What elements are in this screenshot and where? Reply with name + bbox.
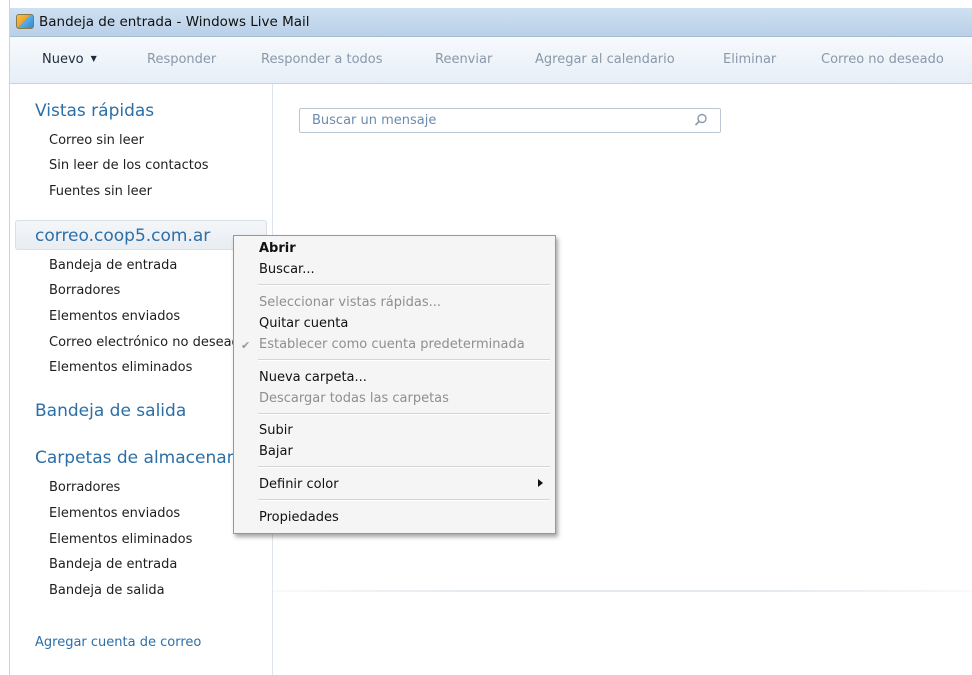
menu-separator [258, 466, 550, 468]
quick-views-heading[interactable]: Vistas rápidas [35, 101, 154, 121]
menu-item-set-color[interactable]: Definir color [259, 477, 339, 492]
menu-separator [258, 359, 550, 361]
account-heading[interactable]: correo.coop5.com.ar [35, 226, 210, 246]
chevron-down-icon[interactable]: ▼ [91, 54, 97, 63]
sidebar-item-drafts[interactable]: Borradores [49, 283, 120, 298]
menu-item-move-up[interactable]: Subir [259, 423, 293, 438]
sidebar-item-unread-mail[interactable]: Correo sin leer [49, 133, 144, 148]
menu-separator [258, 284, 550, 286]
menu-item-open[interactable]: Abrir [259, 241, 296, 256]
forward-button[interactable]: Reenviar [435, 52, 492, 67]
sidebar-item-inbox[interactable]: Bandeja de entrada [49, 258, 177, 273]
storage-item-drafts[interactable]: Borradores [49, 480, 120, 495]
storage-item-outbox[interactable]: Bandeja de salida [49, 583, 165, 598]
storage-item-sent[interactable]: Elementos enviados [49, 506, 180, 521]
search-input[interactable]: Buscar un mensaje [299, 108, 721, 133]
delete-button[interactable]: Eliminar [723, 52, 776, 67]
storage-item-inbox[interactable]: Bandeja de entrada [49, 557, 177, 572]
menu-item-select-quick-views: Seleccionar vistas rápidas... [259, 295, 442, 310]
sidebar-item-unread-contacts[interactable]: Sin leer de los contactos [49, 158, 209, 173]
account-context-menu: Abrir Buscar... Seleccionar vistas rápid… [233, 235, 556, 534]
sidebar-item-unread-feeds[interactable]: Fuentes sin leer [49, 184, 152, 199]
submenu-arrow-icon [538, 479, 543, 487]
search-placeholder: Buscar un mensaje [312, 113, 437, 128]
toolbar: Nuevo ▼ Responder Responder a todos Reenv… [10, 37, 972, 84]
reply-all-button[interactable]: Responder a todos [261, 52, 383, 67]
reply-button[interactable]: Responder [147, 52, 216, 67]
window-left-edge [0, 0, 10, 675]
menu-separator [258, 499, 550, 501]
title-bar: Bandeja de entrada - Windows Live Mail [10, 8, 972, 37]
search-icon[interactable] [694, 113, 708, 127]
storage-item-deleted[interactable]: Elementos eliminados [49, 532, 192, 547]
new-button-label: Nuevo [42, 52, 84, 67]
menu-separator [258, 413, 550, 415]
add-email-account-link[interactable]: Agregar cuenta de correo [35, 635, 201, 650]
junk-button[interactable]: Correo no deseado [821, 52, 944, 67]
checkmark-icon: ✔ [241, 339, 251, 352]
sidebar-item-deleted[interactable]: Elementos eliminados [49, 360, 192, 375]
windows-live-mail-icon [16, 14, 34, 29]
menu-item-set-default-account: Establecer como cuenta predeterminada [259, 337, 525, 352]
message-list-divider [273, 590, 972, 592]
menu-item-new-folder[interactable]: Nueva carpeta... [259, 370, 367, 385]
menu-item-properties[interactable]: Propiedades [259, 510, 339, 525]
menu-item-remove-account[interactable]: Quitar cuenta [259, 316, 348, 331]
new-button[interactable]: Nuevo ▼ [42, 52, 97, 67]
outbox-heading[interactable]: Bandeja de salida [35, 401, 186, 421]
sidebar-item-junk[interactable]: Correo electrónico no deseado [49, 335, 248, 350]
menu-item-find[interactable]: Buscar... [259, 262, 315, 277]
add-to-calendar-button[interactable]: Agregar al calendario [535, 52, 675, 67]
window-title: Bandeja de entrada - Windows Live Mail [39, 14, 310, 30]
menu-item-move-down[interactable]: Bajar [259, 444, 293, 459]
sidebar-item-sent[interactable]: Elementos enviados [49, 309, 180, 324]
menu-item-download-all-folders: Descargar todas las carpetas [259, 391, 449, 406]
